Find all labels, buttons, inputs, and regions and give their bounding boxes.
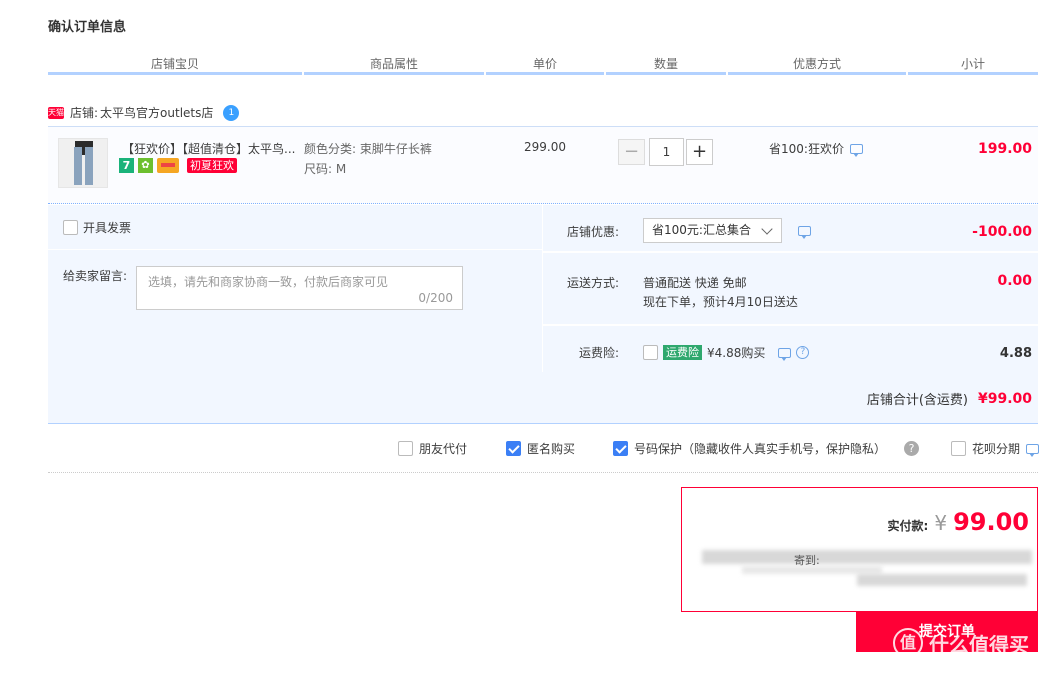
tmall-icon: 天猫 <box>48 106 64 119</box>
huabei-checkbox[interactable] <box>951 441 966 456</box>
product-thumbnail[interactable] <box>58 138 108 188</box>
product-attr-size: 尺码: M <box>304 162 347 176</box>
quantity-increase-button[interactable]: + <box>686 139 713 165</box>
col-divider <box>486 72 604 75</box>
page-title: 确认订单信息 <box>48 20 127 35</box>
col-header-subtotal: 小计 <box>960 57 985 71</box>
watermark-text: 什么值得买 <box>929 632 1029 657</box>
shipping-method: 普通配送 快递 免邮 <box>643 276 747 290</box>
insurance-value: 4.88 <box>999 346 1032 361</box>
memo-label: 给卖家留言: <box>63 269 128 283</box>
insurance-option[interactable]: 运费险 ¥4.88购买 ? <box>643 344 810 361</box>
insurance-price: ¥4.88购买 <box>707 346 766 360</box>
blurred-recipient <box>857 574 1027 586</box>
chevron-down-icon <box>761 223 773 235</box>
help-icon[interactable]: ? <box>904 441 920 456</box>
credit-card-icon <box>157 158 179 173</box>
shop-label: 店铺: <box>70 106 99 120</box>
col-divider <box>908 72 1038 75</box>
friend-pay-option[interactable]: 朋友代付 <box>398 440 467 457</box>
invoice-checkbox[interactable] <box>63 220 78 235</box>
shop-discount-value: -100.00 <box>972 224 1032 240</box>
col-header-attr: 商品属性 <box>369 57 418 71</box>
number-protect-option[interactable]: 号码保护（隐藏收件人真实手机号，保护隐私） ? <box>613 440 920 457</box>
col-header-price: 单价 <box>532 57 557 71</box>
insurance-checkbox[interactable] <box>643 345 658 360</box>
actual-payment-amount: 99.00 <box>953 508 1029 536</box>
memo-char-counter: 0/200 <box>418 291 453 305</box>
shop-discount-select[interactable]: 省100元:汇总集合 <box>643 218 782 243</box>
col-divider <box>606 72 726 75</box>
invoice-label: 开具发票 <box>83 221 132 235</box>
number-protect-label: 号码保护（隐藏收件人真实手机号，保护隐私） <box>634 442 887 456</box>
shop-header: 天猫 店铺: 太平鸟官方outlets店 1 <box>48 104 240 121</box>
watermark: 值 什么值得买 <box>893 628 1029 658</box>
memo-textarea[interactable]: 选填，请先和商家协商一致，付款后商家可见 0/200 <box>136 266 463 310</box>
shop-total-value: ¥99.00 <box>977 390 1032 407</box>
col-divider <box>304 72 484 75</box>
friend-pay-label: 朋友代付 <box>419 442 468 456</box>
shop-name-link[interactable]: 太平鸟官方outlets店 <box>100 104 213 121</box>
product-title-link[interactable]: 【狂欢价】【超值清仓】太平鸟... <box>122 140 298 157</box>
anonymous-option[interactable]: 匿名购买 <box>506 440 575 457</box>
col-header-qty: 数量 <box>653 57 678 71</box>
shipping-eta: 现在下单，预计4月10日送达 <box>643 295 798 309</box>
anonymous-checkbox[interactable] <box>506 441 521 456</box>
actual-payment-label: 实付款: <box>887 519 929 533</box>
shipping-value: 0.00 <box>997 273 1032 289</box>
promo-text: 省100:狂欢价 <box>769 142 844 156</box>
shop-discount-label: 店铺优惠: <box>567 225 620 239</box>
item-subtotal: 199.00 <box>977 141 1032 157</box>
seven-day-return-icon: 7 <box>119 158 134 173</box>
blurred-address <box>702 550 1032 564</box>
shop-total-label: 店铺合计(含运费) <box>866 393 968 408</box>
unit-price: 299.00 <box>524 140 566 154</box>
col-header-promo: 优惠方式 <box>792 57 841 71</box>
divider <box>48 472 1038 473</box>
col-divider <box>728 72 906 75</box>
number-protect-checkbox[interactable] <box>613 441 628 456</box>
help-icon[interactable]: ? <box>796 346 810 359</box>
huabei-option[interactable]: 花呗分期 <box>951 440 1040 457</box>
product-attr-color: 颜色分类: 束脚牛仔长裤 <box>304 142 432 156</box>
payment-summary-box: 实付款: ¥ 99.00 寄到: <box>681 487 1038 612</box>
ship-to-label: 寄到: <box>794 554 820 567</box>
quantity-decrease-button[interactable]: − <box>618 139 645 165</box>
shipping-label: 运送方式: <box>567 276 620 290</box>
smzdm-logo-icon: 值 <box>893 628 923 658</box>
anonymous-label: 匿名购买 <box>527 442 576 456</box>
shop-total: 店铺合计(含运费) ¥99.00 <box>866 389 1032 409</box>
invoice-option[interactable]: 开具发票 <box>63 219 131 236</box>
promo-event-badge: 初夏狂欢 <box>187 158 237 173</box>
col-divider <box>48 72 302 75</box>
friend-pay-checkbox[interactable] <box>398 441 413 456</box>
memo-placeholder: 选填，请先和商家协商一致，付款后商家可见 <box>148 275 389 289</box>
service-badges: 7 ✿ 初夏狂欢 <box>119 158 237 173</box>
insurance-badge: 运费险 <box>663 345 702 360</box>
insurance-label: 运费险: <box>579 346 620 360</box>
guarantee-icon: ✿ <box>138 158 153 173</box>
message-icon[interactable] <box>798 226 811 239</box>
message-icon[interactable] <box>1026 443 1040 457</box>
message-icon[interactable] <box>778 347 792 361</box>
quantity-input[interactable]: 1 <box>649 138 684 166</box>
item-promo: 省100:狂欢价 <box>769 140 863 157</box>
shop-discount-selected: 省100元:汇总集合 <box>652 223 751 237</box>
huabei-label: 花呗分期 <box>972 442 1021 456</box>
col-header-item: 店铺宝贝 <box>150 57 199 71</box>
currency-symbol: ¥ <box>934 511 948 535</box>
message-icon[interactable] <box>849 143 863 157</box>
actual-payment: 实付款: ¥ 99.00 <box>888 508 1029 536</box>
wangwang-chat-icon[interactable]: 1 <box>223 104 240 121</box>
